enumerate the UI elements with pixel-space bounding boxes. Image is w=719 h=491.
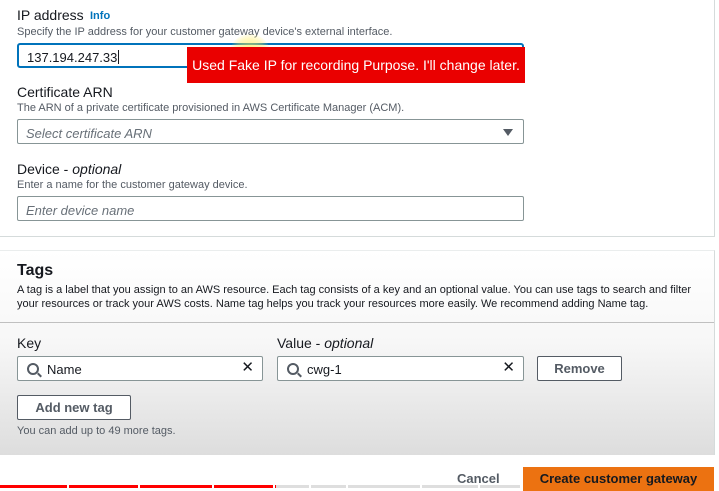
device-description: Enter a name for the customer gateway de… — [17, 179, 248, 191]
caret-down-icon — [503, 129, 513, 136]
add-new-tag-button[interactable]: Add new tag — [17, 395, 131, 420]
certificate-arn-select[interactable]: Select certificate ARN — [17, 119, 524, 144]
chapter-marker — [67, 485, 69, 488]
close-icon[interactable]: ✕ — [502, 360, 515, 376]
tag-key-value: Name — [47, 362, 82, 377]
device-name-input[interactable]: Enter device name — [17, 196, 524, 221]
tags-title: Tags — [17, 262, 54, 279]
search-icon — [287, 363, 299, 375]
chapter-marker — [420, 485, 422, 488]
tag-key-label: Key — [17, 335, 42, 351]
remove-tag-button[interactable]: Remove — [537, 356, 622, 381]
tags-divider — [0, 322, 714, 323]
ip-address-description: Specify the IP address for your customer… — [17, 26, 393, 38]
search-icon — [27, 363, 39, 375]
chapter-marker — [138, 485, 140, 488]
certificate-arn-label: Certificate ARN — [17, 84, 113, 100]
text-cursor — [118, 50, 120, 64]
chapter-marker — [273, 485, 275, 488]
tag-value-optional-label: optional — [324, 335, 374, 351]
ip-address-label: IP address — [17, 7, 84, 23]
close-icon[interactable]: ✕ — [241, 360, 254, 376]
device-optional-label: optional — [72, 161, 122, 177]
chapter-marker — [309, 485, 311, 488]
certificate-arn-description: The ARN of a private certificate provisi… — [17, 102, 405, 114]
tags-description: A tag is a label that you assign to an A… — [17, 284, 692, 310]
chapter-marker — [346, 485, 348, 488]
tag-value-label: Value - optional — [277, 335, 374, 351]
ip-address-info-link[interactable]: Info — [90, 10, 110, 22]
create-customer-gateway-button[interactable]: Create customer gateway — [523, 467, 714, 491]
cancel-button[interactable]: Cancel — [457, 471, 500, 486]
recording-note-banner: Used Fake IP for recording Purpose. I'll… — [187, 47, 525, 83]
ip-address-value: 137.194.247.33 — [27, 50, 120, 65]
certificate-arn-placeholder: Select certificate ARN — [26, 126, 152, 141]
tag-limit-hint: You can add up to 49 more tags. — [17, 425, 176, 437]
device-label: Device - optional — [17, 161, 122, 177]
video-progress-bar[interactable] — [0, 485, 520, 488]
chapter-marker — [212, 485, 214, 488]
tag-value-value: cwg-1 — [307, 362, 342, 377]
device-name-placeholder: Enter device name — [26, 203, 135, 218]
chapter-marker — [478, 485, 480, 488]
tag-value-input[interactable]: cwg-1 ✕ — [277, 356, 524, 381]
tag-key-input[interactable]: Name ✕ — [17, 356, 263, 381]
